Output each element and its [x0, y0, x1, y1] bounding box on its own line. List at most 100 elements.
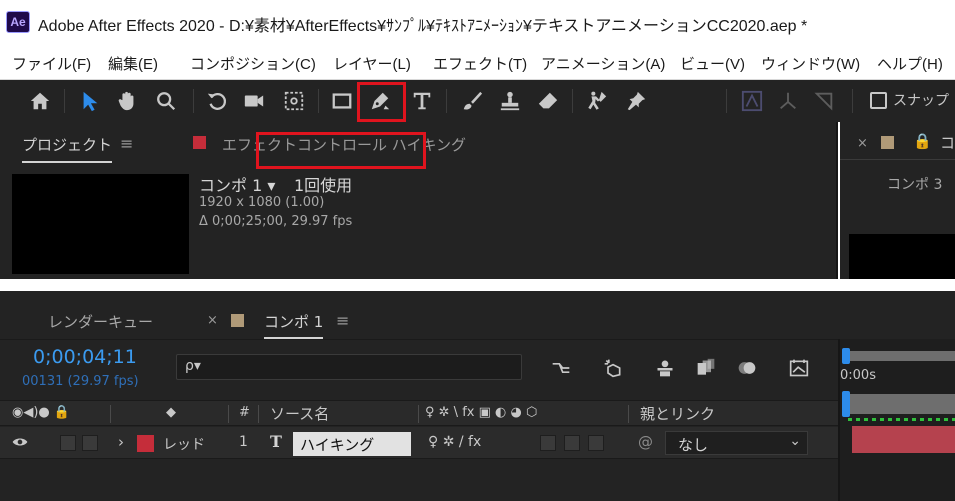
- comp-duration: Δ 0;00;25;00, 29.97 fps: [199, 214, 353, 229]
- graph-editor-icon[interactable]: [786, 356, 812, 380]
- toolbar-divider: [64, 89, 65, 113]
- solo-switch[interactable]: [60, 435, 76, 451]
- snap-checkbox[interactable]: [870, 92, 887, 109]
- type-tool-icon[interactable]: [408, 87, 436, 115]
- menu-help[interactable]: ヘルプ(H): [877, 53, 943, 74]
- label-color-swatch[interactable]: [137, 435, 154, 452]
- text-layer-icon: T: [270, 432, 282, 451]
- layer-switches[interactable]: ♀ ✲ / fx: [428, 434, 481, 450]
- layer-search-input[interactable]: ρ▾: [176, 354, 522, 380]
- column-divider: [110, 405, 111, 423]
- menu-layer[interactable]: レイヤー(L): [333, 53, 411, 74]
- chevron-right-icon[interactable]: ›: [118, 433, 124, 451]
- composition-viewer-panel: × 🔒 コ コンポ 3: [840, 122, 955, 279]
- work-area-start-handle[interactable]: [842, 391, 850, 417]
- menu-effect[interactable]: エフェクト(T): [433, 53, 527, 74]
- camera-tool-icon[interactable]: [240, 87, 268, 115]
- column-divider: [228, 405, 229, 423]
- comp-color-swatch: [231, 314, 244, 327]
- menu-window[interactable]: ウィンドウ(W): [761, 53, 860, 74]
- chevron-down-icon: ⌄: [789, 433, 801, 449]
- hand-tool-icon[interactable]: [113, 87, 141, 115]
- pan-behind-tool-icon[interactable]: [280, 87, 308, 115]
- frame-count: 00131 (29.97 fps): [22, 374, 139, 389]
- clone-stamp-tool-icon[interactable]: [496, 87, 524, 115]
- comp-usage-count: 1回使用: [294, 176, 353, 195]
- toolbar-divider: [852, 89, 853, 113]
- zoom-tool-icon[interactable]: [152, 87, 180, 115]
- layer-column-headers: ◉◀)● 🔒 ◆ # ソース名 ♀ ✲ \ fx ▣ ◐ ◕ ⬡ 親とリンク: [0, 400, 838, 426]
- source-name-header[interactable]: ソース名: [270, 403, 329, 424]
- effect-controls-color-swatch: [193, 136, 206, 149]
- view-axis-icon[interactable]: [810, 87, 838, 115]
- layer-row[interactable]: › レッド 1 T ハイキング ♀ ✲ / fx @ なし ⌄: [0, 427, 838, 459]
- draft-3d-icon[interactable]: [600, 356, 626, 380]
- menu-animation[interactable]: アニメーション(A): [541, 53, 665, 74]
- toolbar-divider: [193, 89, 194, 113]
- adjustment-switch[interactable]: [564, 435, 580, 451]
- layer-number: 1: [239, 434, 248, 450]
- current-timecode[interactable]: 0;00;04;11: [33, 346, 137, 368]
- search-icon: ρ▾: [185, 358, 201, 374]
- brush-tool-icon[interactable]: [458, 87, 486, 115]
- time-navigator[interactable]: [848, 351, 955, 361]
- tab-comp-1[interactable]: コンポ 1: [264, 311, 324, 339]
- composition-viewer[interactable]: [849, 234, 955, 279]
- menu-bar: ファイル(F) 編集(E) コンポジション(C) レイヤー(L) エフェクト(T…: [0, 44, 955, 80]
- comp-name-dropdown[interactable]: コンポ 1 ▾: [199, 172, 275, 196]
- world-axis-icon[interactable]: [774, 87, 802, 115]
- selection-tool-icon[interactable]: [76, 87, 104, 115]
- home-icon[interactable]: [26, 87, 54, 115]
- roto-brush-tool-icon[interactable]: [583, 87, 611, 115]
- blend-switch[interactable]: [540, 435, 556, 451]
- panel-menu-icon[interactable]: ≡: [336, 311, 349, 330]
- tab-label-truncated[interactable]: コ: [940, 132, 955, 153]
- layer-name-highlight: [256, 132, 426, 169]
- layer-switches-header: ♀ ✲ \ fx ▣ ◐ ◕ ⬡: [425, 405, 538, 420]
- timeline-panel: レンダーキュー × コンポ 1 ≡ 0;00;04;11 00131 (29.9…: [0, 291, 955, 501]
- local-axis-icon[interactable]: [738, 87, 766, 115]
- menu-composition[interactable]: コンポジション(C): [190, 53, 316, 74]
- pick-whip-icon[interactable]: @: [638, 433, 653, 451]
- label-header-icon[interactable]: ◆: [166, 405, 176, 420]
- empty-layer-area[interactable]: [0, 460, 838, 501]
- frame-blending-icon[interactable]: [693, 356, 719, 380]
- number-header[interactable]: #: [239, 405, 250, 420]
- timeline-ruler[interactable]: 0:00s: [838, 339, 955, 501]
- panel-menu-icon[interactable]: ≡: [120, 134, 133, 153]
- divider: [840, 159, 955, 160]
- eraser-tool-icon[interactable]: [534, 87, 562, 115]
- menu-view[interactable]: ビュー(V): [680, 53, 745, 74]
- av-switches-header: ◉◀)● 🔒: [12, 405, 71, 420]
- comp-breadcrumb[interactable]: コンポ 3: [887, 174, 942, 194]
- motion-blur-icon[interactable]: [734, 356, 760, 380]
- close-icon[interactable]: ×: [857, 136, 868, 151]
- composition-mini-flowchart-icon[interactable]: [548, 356, 574, 380]
- eye-icon[interactable]: [12, 434, 28, 454]
- shy-layers-icon[interactable]: [652, 356, 678, 380]
- menu-file[interactable]: ファイル(F): [12, 53, 91, 74]
- toolbar-divider: [318, 89, 319, 113]
- time-navigator-start-handle[interactable]: [842, 348, 850, 364]
- tab-project[interactable]: プロジェクト: [22, 134, 113, 163]
- layer-name-field[interactable]: ハイキング: [293, 432, 411, 456]
- work-area-bar[interactable]: [848, 394, 955, 414]
- parent-value: なし: [678, 436, 709, 454]
- lock-icon[interactable]: 🔒: [913, 132, 932, 150]
- tools-panel: [0, 80, 955, 122]
- parent-dropdown[interactable]: なし ⌄: [665, 431, 808, 455]
- puppet-pin-tool-icon[interactable]: [622, 87, 650, 115]
- rotation-tool-icon[interactable]: [203, 87, 231, 115]
- close-icon[interactable]: ×: [207, 313, 218, 328]
- after-effects-logo: Ae: [6, 11, 30, 33]
- 3d-layer-switch[interactable]: [588, 435, 604, 451]
- layer-duration-bar[interactable]: [852, 426, 955, 453]
- pen-tool-highlight: [357, 82, 406, 122]
- tab-render-queue[interactable]: レンダーキュー: [48, 311, 153, 332]
- parent-link-header[interactable]: 親とリンク: [640, 403, 715, 424]
- comp-thumbnail: [12, 174, 189, 274]
- menu-edit[interactable]: 編集(E): [108, 53, 158, 74]
- divider: [0, 339, 838, 340]
- rectangle-tool-icon[interactable]: [328, 87, 356, 115]
- lock-switch[interactable]: [82, 435, 98, 451]
